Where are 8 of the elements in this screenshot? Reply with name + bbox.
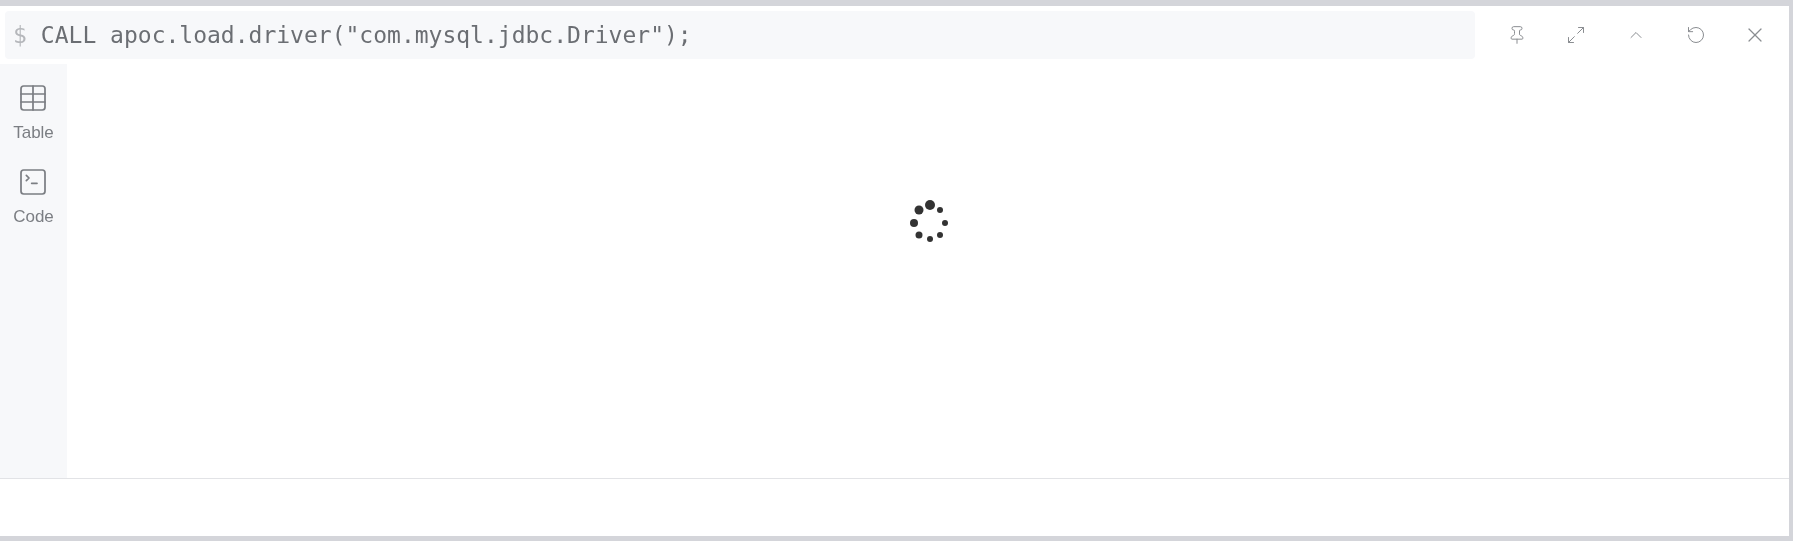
- query-editor[interactable]: $ CALL apoc.load.driver("com.mysql.jdbc.Driver");: [5, 11, 1475, 59]
- refresh-icon: [1685, 25, 1706, 45]
- view-tab[interactable]: Table: [13, 82, 54, 146]
- loading-spinner-icon: [909, 198, 951, 244]
- view-tab[interactable]: Code: [13, 165, 54, 229]
- prompt-symbol: $: [13, 20, 27, 50]
- query-text: CALL apoc.load.driver("com.mysql.jdbc.Driver");: [40, 20, 692, 50]
- expand-icon: [1566, 25, 1587, 45]
